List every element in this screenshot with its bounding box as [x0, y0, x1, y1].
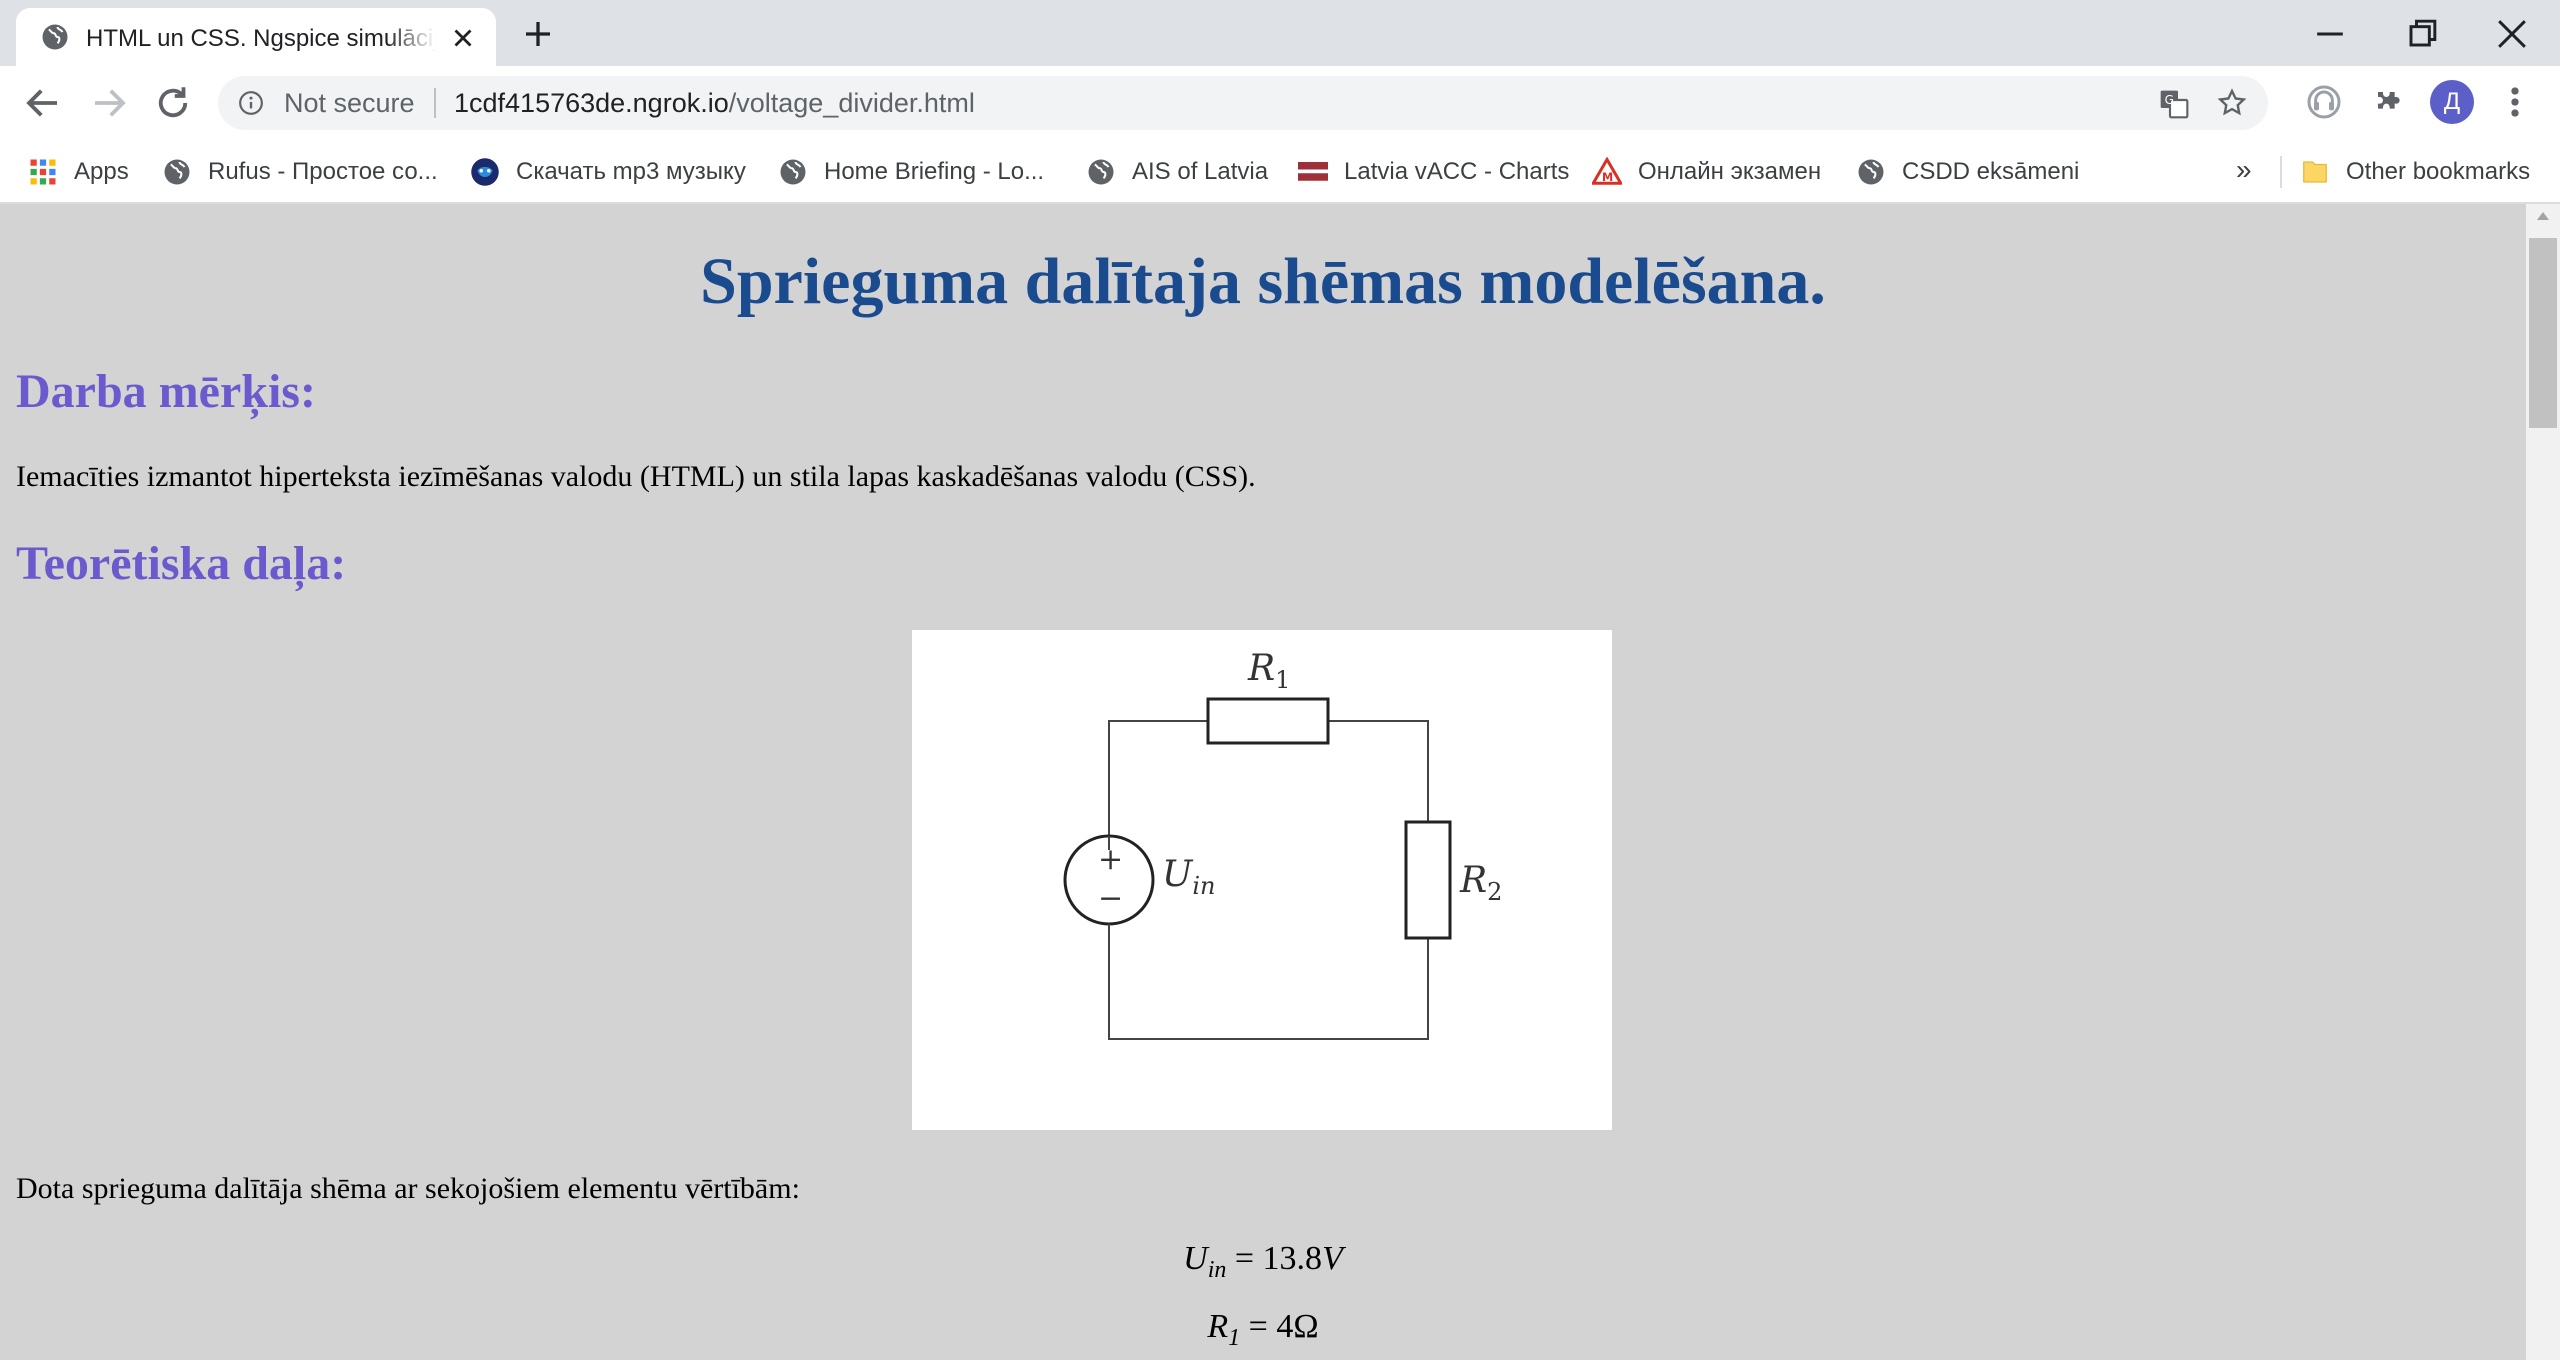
bookmark-label: Other bookmarks: [2346, 158, 2531, 185]
apps-grid-icon: [30, 159, 56, 185]
security-status[interactable]: Not secure: [284, 88, 415, 119]
tab-title: HTML un CSS. Ngspice simulācija: [86, 25, 436, 52]
equation-uin: Uin = 13.8V: [0, 1240, 2526, 1284]
theory-heading: Teorētiska daļa:: [16, 537, 347, 590]
back-arrow-icon[interactable]: [22, 82, 64, 124]
bookmark-star-icon[interactable]: [2216, 87, 2248, 119]
resistor-r1: [1206, 697, 1330, 745]
address-bar[interactable]: Not secure 1cdf415763de.ngrok.io/voltage…: [218, 76, 2268, 130]
resistor-r2: [1404, 820, 1452, 940]
extensions-puzzle-icon[interactable]: [2368, 82, 2408, 122]
bookmark-label: CSDD eksāmeni: [1902, 158, 2080, 185]
eq-subscript: in: [1207, 1256, 1227, 1283]
bookmark-latvia-vacc[interactable]: Latvia vACC - Charts: [1298, 140, 1569, 204]
bookmark-label: AIS of Latvia: [1132, 158, 1269, 185]
folder-icon: [2303, 161, 2327, 183]
page-title: Sprieguma dalītaja shēmas modelēšana.: [700, 245, 1826, 318]
globe-icon: [1088, 159, 1114, 185]
eq-symbol: U: [1183, 1240, 1208, 1277]
globe-icon: [780, 159, 806, 185]
vertical-scrollbar[interactable]: [2526, 204, 2560, 1360]
eq-unit: V: [1322, 1240, 1343, 1277]
bookmark-label: Онлайн экзамен: [1638, 158, 1822, 185]
bookmark-home-briefing[interactable]: Home Briefing - Lo...: [778, 140, 1044, 204]
page-viewport: Sprieguma dalītaja shēmas modelēšana. Da…: [0, 204, 2526, 1360]
active-tab[interactable]: HTML un CSS. Ngspice simulācija: [16, 8, 496, 66]
equation-r1: R1 = 4Ω: [0, 1308, 2526, 1352]
close-window-icon[interactable]: [2490, 12, 2534, 56]
globe-icon: [1858, 159, 1884, 185]
bookmark-mp3[interactable]: Скачать mp3 музыку: [470, 140, 746, 204]
tab-strip: HTML un CSS. Ngspice simulācija: [0, 0, 2560, 66]
wire-top-right: [1328, 720, 1429, 822]
globe-icon: [164, 159, 190, 185]
forward-arrow-icon[interactable]: [88, 82, 130, 124]
info-icon[interactable]: [238, 90, 264, 116]
scrollbar-thumb[interactable]: [2529, 238, 2557, 428]
restore-icon[interactable]: [2400, 12, 2444, 56]
scroll-up-arrow-icon[interactable]: [2537, 212, 2549, 220]
bookmark-apps[interactable]: Apps: [28, 140, 129, 204]
bookmark-label: Apps: [74, 158, 129, 185]
eq-symbol: R: [1207, 1308, 1229, 1345]
browser-toolbar: Not secure 1cdf415763de.ngrok.io/voltage…: [0, 66, 2560, 140]
more-vertical-icon[interactable]: [2500, 80, 2530, 124]
extension-headset-icon[interactable]: [2304, 82, 2344, 122]
circuit-diagram: + − R1 R2 Uin: [912, 630, 1612, 1130]
translate-icon[interactable]: G: [2158, 88, 2190, 120]
source-plus: +: [1098, 842, 1123, 877]
minimize-icon[interactable]: [2308, 12, 2352, 56]
bookmark-label: Home Briefing - Lo...: [824, 158, 1045, 185]
bookmark-online-exam[interactable]: M Онлайн экзамен: [1592, 140, 1821, 204]
bookmark-csdd[interactable]: CSDD eksāmeni: [1856, 140, 2079, 204]
profile-avatar[interactable]: Д: [2430, 80, 2474, 124]
bookmark-ais-latvia[interactable]: AIS of Latvia: [1086, 140, 1268, 204]
omnibox-divider: [434, 88, 436, 118]
bookmark-label: Скачать mp3 музыку: [516, 158, 746, 185]
uin-label: Uin: [1162, 854, 1215, 900]
globe-icon: [42, 24, 68, 50]
r1-label: R1: [1247, 648, 1290, 694]
url-text[interactable]: 1cdf415763de.ngrok.io/voltage_divider.ht…: [454, 88, 975, 119]
music-site-icon: [471, 158, 499, 186]
latvia-flag-icon: [1298, 162, 1328, 181]
r2-label: R2: [1459, 860, 1502, 906]
values-intro: Dota sprieguma dalītāja shēma ar sekojoš…: [16, 1172, 800, 1205]
goal-heading: Darba mērķis:: [16, 365, 316, 418]
eq-value: = 13.8: [1234, 1240, 1323, 1277]
svg-text:G: G: [2165, 93, 2174, 107]
wire-bottom: [1108, 928, 1429, 1040]
eq-value: = 4Ω: [1248, 1308, 1319, 1345]
voltage-divider-schematic: + − R1 R2 Uin: [1063, 648, 1502, 1040]
source-minus: −: [1098, 881, 1123, 916]
wire-top-left: [1108, 720, 1208, 838]
other-bookmarks[interactable]: Other bookmarks: [2300, 140, 2530, 204]
eq-subscript: 1: [1228, 1324, 1241, 1351]
plus-icon[interactable]: [520, 16, 556, 52]
reload-icon[interactable]: [152, 82, 194, 124]
svg-text:M: M: [1602, 171, 1613, 184]
url-host: 1cdf415763de.ngrok.io: [454, 88, 729, 118]
bookmark-label: Rufus - Простое со...: [208, 158, 438, 185]
bookmarks-divider: [2280, 156, 2282, 188]
bookmarks-bar: Apps Rufus - Простое со... Скачать mp3 м…: [0, 140, 2560, 204]
goal-text: Iemacīties izmantot hiperteksta iezīmēša…: [16, 460, 1256, 493]
url-path: /voltage_divider.html: [728, 88, 975, 118]
bookmark-label: Latvia vACC - Charts: [1344, 158, 1570, 185]
warning-sign-icon: M: [1592, 157, 1622, 185]
close-icon[interactable]: [448, 23, 478, 53]
bookmarks-overflow-button[interactable]: »: [2236, 154, 2252, 186]
bookmark-rufus[interactable]: Rufus - Простое со...: [162, 140, 438, 204]
